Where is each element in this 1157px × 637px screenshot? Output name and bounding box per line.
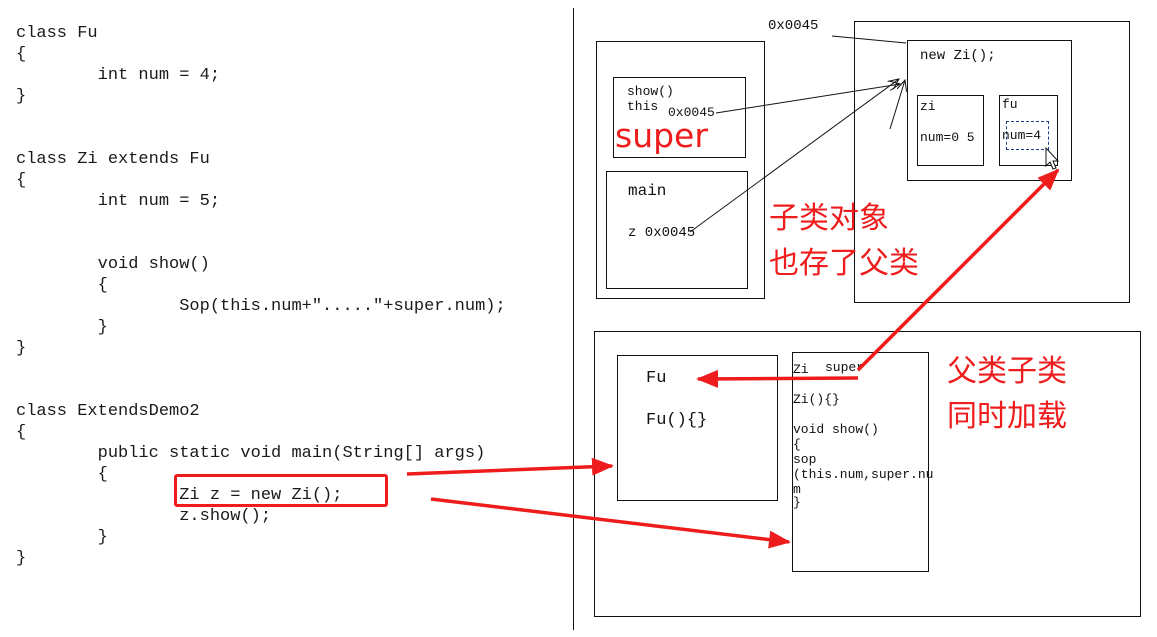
super-reference-arrow bbox=[889, 80, 905, 130]
super-to-fu-arrow bbox=[696, 369, 859, 388]
load-zi-arrow bbox=[430, 497, 791, 549]
arrows-layer bbox=[406, 35, 1060, 549]
cursor-icon bbox=[1045, 146, 1060, 170]
address-leader-line bbox=[831, 35, 907, 44]
super-to-heap-arrow bbox=[856, 168, 1060, 372]
load-fu-arrow bbox=[406, 457, 614, 476]
main-reference-arrow bbox=[689, 79, 899, 233]
